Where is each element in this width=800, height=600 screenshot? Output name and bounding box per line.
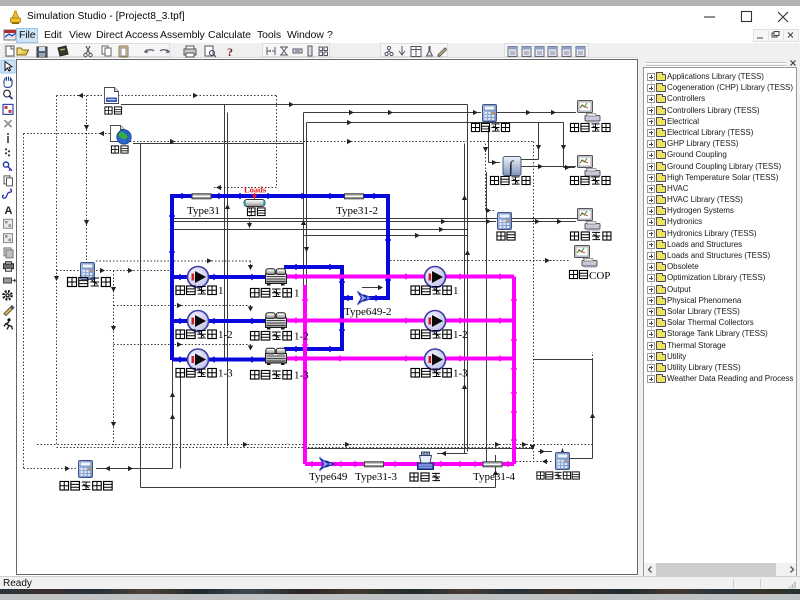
svg-text:1-3: 1-3: [453, 368, 468, 380]
svg-text:Type31-3: Type31-3: [355, 471, 397, 483]
svg-text:Type31-2: Type31-2: [336, 205, 378, 217]
svg-text:1-3: 1-3: [294, 370, 309, 382]
svg-text:?: ?: [227, 45, 233, 58]
svg-text:Type649-2: Type649-2: [344, 306, 392, 318]
svg-text:1-2: 1-2: [294, 331, 309, 343]
svg-text:COP: COP: [589, 270, 610, 282]
svg-text:1-3: 1-3: [218, 368, 233, 380]
svg-text:1: 1: [453, 285, 459, 297]
svg-text:1: 1: [218, 285, 224, 297]
svg-text:A: A: [5, 205, 13, 217]
svg-text:Type31-4: Type31-4: [473, 471, 515, 483]
svg-text:Type649: Type649: [309, 471, 348, 483]
svg-text:1-2: 1-2: [453, 329, 468, 341]
svg-text:1-2: 1-2: [218, 329, 233, 341]
svg-text:1: 1: [294, 288, 300, 300]
svg-text:Type31: Type31: [187, 205, 220, 217]
svg-text:Loads: Loads: [244, 185, 267, 195]
